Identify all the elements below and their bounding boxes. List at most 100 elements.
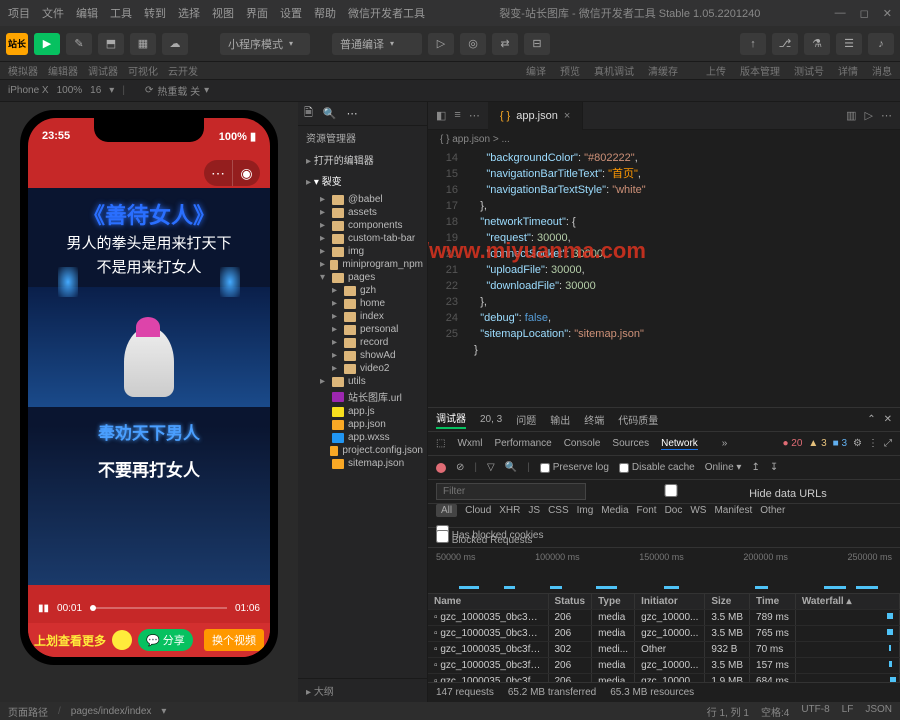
next-video-button[interactable]: 换个视频 (204, 629, 264, 651)
collapse-icon[interactable]: ⌃ (867, 414, 875, 425)
filter-input[interactable] (436, 483, 586, 500)
maximize-icon[interactable]: ◻ (860, 7, 869, 20)
type-filter-Doc[interactable]: Doc (665, 505, 683, 516)
network-table[interactable]: NameStatusTypeInitiatorSizeTimeWaterfall… (428, 594, 900, 682)
menu-转到[interactable]: 转到 (144, 5, 166, 21)
editor-tab-appjson[interactable]: { } app.json × (488, 102, 583, 130)
dt-tab[interactable]: 输出 (550, 412, 570, 427)
cursor-position[interactable]: 行 1, 列 1 (707, 704, 749, 719)
run-icon[interactable]: ▷ (865, 109, 873, 122)
table-row[interactable]: ▫ gzc_1000035_0bc3f4af...206mediagzc_100… (428, 674, 900, 683)
menu-微信开发者工具[interactable]: 微信开发者工具 (348, 5, 425, 21)
col-Initiator[interactable]: Initiator (635, 594, 705, 610)
editor-toggle[interactable]: ✎ (66, 33, 92, 55)
tree-item-assets[interactable]: ▸assets (298, 206, 427, 219)
visual-toggle[interactable]: ▦ (130, 33, 156, 55)
col-Size[interactable]: Size (705, 594, 750, 610)
error-badge[interactable]: ● 20 (782, 438, 802, 449)
tree-item-video2[interactable]: ▸video2 (298, 362, 427, 375)
expand-icon[interactable]: ⤢ (884, 438, 892, 449)
compile-button[interactable]: ▷ (428, 33, 454, 55)
table-row[interactable]: ▫ gzc_1000035_0bc3g4b...206mediagzc_1000… (428, 610, 900, 626)
net-tab-Performance[interactable]: Performance (494, 438, 551, 449)
col-Status[interactable]: Status (548, 594, 592, 610)
hide-data-urls-checkbox[interactable]: Hide data URLs (596, 484, 827, 500)
hot-reload-toggle[interactable]: ⟳ 热重载 关 ▾ (145, 83, 209, 98)
record-icon[interactable] (436, 463, 446, 473)
minimize-icon[interactable]: — (835, 7, 846, 20)
progress-slider[interactable] (90, 607, 227, 609)
dt-tab[interactable]: 代码质量 (618, 412, 658, 427)
menu-帮助[interactable]: 帮助 (314, 5, 336, 21)
menu-工具[interactable]: 工具 (110, 5, 132, 21)
tree-item-project.config.json[interactable]: project.config.json (298, 444, 427, 457)
overflow-icon[interactable]: ⋯ (469, 109, 480, 122)
page-path[interactable]: pages/index/index (71, 706, 152, 717)
eol[interactable]: LF (842, 704, 854, 719)
clear-cache-button[interactable]: ⊟ (524, 33, 550, 55)
project-root[interactable]: ▾ 裂变 (298, 170, 427, 191)
share-button[interactable]: 💬 分享 (138, 629, 193, 651)
tree-item-app.wxss[interactable]: app.wxss (298, 431, 427, 444)
close-panel-icon[interactable]: ✕ (884, 414, 892, 425)
breadcrumb[interactable]: { } app.json > ... (428, 130, 900, 148)
tree-item-app.js[interactable]: app.js (298, 405, 427, 418)
menu-文件[interactable]: 文件 (42, 5, 64, 21)
menu-设置[interactable]: 设置 (280, 5, 302, 21)
net-tab-Console[interactable]: Console (564, 438, 601, 449)
col-Type[interactable]: Type (592, 594, 635, 610)
type-filter-Cloud[interactable]: Cloud (465, 505, 491, 516)
blocked-requests-checkbox[interactable]: Blocked Requests (436, 530, 532, 546)
compile-dropdown[interactable]: 普通编译 (332, 33, 422, 55)
preview-button[interactable]: ◎ (460, 33, 486, 55)
throttle-select[interactable]: Online ▾ (705, 462, 742, 473)
dock-icon[interactable]: ⋮ (868, 438, 878, 449)
menu-视图[interactable]: 视图 (212, 5, 234, 21)
tree-item-components[interactable]: ▸components (298, 219, 427, 232)
coin-icon[interactable] (112, 630, 132, 650)
net-tab-Wxml[interactable]: Wxml (457, 438, 482, 449)
type-filter-JS[interactable]: JS (528, 505, 540, 516)
search-icon[interactable]: 🔍 (323, 107, 337, 120)
dt-tab[interactable]: 20, 3 (480, 414, 502, 425)
open-editors-section[interactable]: 打开的编辑器 (298, 149, 427, 170)
close-icon[interactable]: ✕ (883, 7, 892, 20)
tree-item-gzh[interactable]: ▸gzh (298, 284, 427, 297)
filter-icon[interactable]: ▽ (487, 462, 495, 473)
col-Time[interactable]: Time (750, 594, 796, 610)
table-row[interactable]: ▫ gzc_1000035_0bc3g4b...206mediagzc_1000… (428, 626, 900, 642)
more-editor-icon[interactable]: ⋯ (881, 109, 892, 122)
dt-tab[interactable]: 问题 (516, 412, 536, 427)
version-button[interactable]: ⎇ (772, 33, 798, 55)
files-icon[interactable]: 🗎 (304, 104, 313, 123)
menu-icon[interactable]: ≡ (454, 109, 460, 122)
tree-item-personal[interactable]: ▸personal (298, 323, 427, 336)
debugger-toggle[interactable]: ⬒ (98, 33, 124, 55)
type-filter-Media[interactable]: Media (601, 505, 628, 516)
tree-item-pages[interactable]: ▾pages (298, 271, 427, 284)
gear-icon[interactable]: ⚙ (853, 438, 862, 449)
more-tabs-icon[interactable]: » (722, 438, 728, 449)
indent-setting[interactable]: 空格:4 (761, 704, 789, 719)
tree-item-index[interactable]: ▸index (298, 310, 427, 323)
network-timeline[interactable]: 50000 ms100000 ms150000 ms200000 ms25000… (428, 548, 900, 594)
net-tab-Sources[interactable]: Sources (612, 438, 649, 449)
inspect-icon[interactable]: ⬚ (436, 438, 445, 449)
type-filter-CSS[interactable]: CSS (548, 505, 569, 516)
tree-item-@babel[interactable]: ▸@babel (298, 193, 427, 206)
simulator-toggle[interactable]: ▶ (34, 33, 60, 55)
cloud-toggle[interactable]: ☁ (162, 33, 188, 55)
test-account-button[interactable]: ⚗ (804, 33, 830, 55)
type-filter-Other[interactable]: Other (760, 505, 785, 516)
zoom-select[interactable]: 100% (57, 85, 83, 96)
tree-item-sitemap.json[interactable]: sitemap.json (298, 457, 427, 470)
type-filter-Font[interactable]: Font (637, 505, 657, 516)
encoding[interactable]: UTF-8 (801, 704, 829, 719)
tree-item-miniprogram_npm[interactable]: ▸miniprogram_npm (298, 258, 427, 271)
disable-cache-checkbox[interactable]: Disable cache (619, 462, 695, 473)
tree-item-custom-tab-bar[interactable]: ▸custom-tab-bar (298, 232, 427, 245)
language-mode[interactable]: JSON (865, 704, 892, 719)
menu-选择[interactable]: 选择 (178, 5, 200, 21)
table-row[interactable]: ▫ gzc_1000035_0bc3f4af...302medi...Other… (428, 642, 900, 658)
type-filter-WS[interactable]: WS (690, 505, 706, 516)
